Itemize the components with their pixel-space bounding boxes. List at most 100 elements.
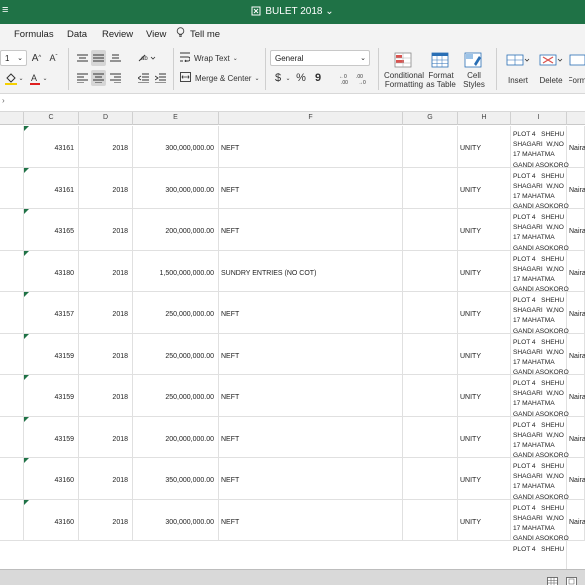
cell-f[interactable]: NEFT [219, 416, 403, 458]
cell-j[interactable]: Naira [567, 375, 585, 417]
merge-center-button[interactable]: Merge & Center ⌄ [180, 70, 260, 86]
increase-font-icon[interactable]: A ^ [30, 50, 43, 66]
cell-blank[interactable] [0, 209, 24, 251]
orientation-icon[interactable]: ab [136, 50, 158, 66]
cell-g[interactable] [403, 333, 458, 375]
cell-i[interactable]: PLOT 4 SHEHU SHAGARI W,NO 17 MAHATMA GAN… [511, 209, 569, 252]
cell-f[interactable]: NEFT [219, 458, 403, 500]
cell-e[interactable]: 250,000,000.00 [133, 375, 219, 417]
cell-blank[interactable] [0, 458, 24, 500]
cell-i[interactable]: PLOT 4 SHEHU SHAGARI W,NO 17 MAHATMA GAN… [511, 458, 569, 501]
tell-me-search[interactable]: Tell me [190, 29, 220, 40]
cell-j[interactable]: Naira [567, 126, 585, 168]
cell-e[interactable]: 200,000,000.00 [133, 416, 219, 458]
cell-c[interactable]: 43159 [24, 333, 79, 375]
cell-h[interactable]: UNITY [458, 126, 511, 168]
cell-d[interactable]: 2018 [79, 250, 133, 292]
cell-blank[interactable] [0, 416, 24, 458]
cell-g[interactable] [403, 167, 458, 209]
cell-g[interactable] [403, 375, 458, 417]
column-header-j[interactable] [567, 112, 585, 125]
cell-f[interactable]: NEFT [219, 209, 403, 251]
cell-e[interactable]: 1,500,000,000.00 [133, 250, 219, 292]
cell-h[interactable]: UNITY [458, 292, 511, 334]
cell-h[interactable]: UNITY [458, 375, 511, 417]
cell-c[interactable]: 43161 [24, 167, 79, 209]
cell-h[interactable]: UNITY [458, 333, 511, 375]
delete-button[interactable]: Delete [535, 48, 567, 92]
cell-i[interactable]: PLOT 4 SHEHU SHAGARI W,NO 17 MAHATMA GAN… [511, 375, 569, 418]
cell-c[interactable]: 43160 [24, 499, 79, 541]
cell-g[interactable] [403, 126, 458, 168]
cell-h[interactable]: UNITY [458, 209, 511, 251]
cell-g[interactable] [403, 250, 458, 292]
fill-color-dropdown-icon[interactable]: ⌄ [18, 74, 24, 82]
cell-i[interactable]: PLOT 4 SHEHU SHAGARI W,NO 17 MAHATMA GAN… [511, 126, 569, 169]
cell-e[interactable]: 250,000,000.00 [133, 292, 219, 334]
cell-j[interactable]: Naira [567, 333, 585, 375]
number-format-dropdown[interactable]: General ⌄ [270, 50, 370, 66]
cell-d[interactable]: 2018 [79, 126, 133, 168]
column-header-blank[interactable] [0, 112, 24, 125]
cell-g[interactable] [403, 416, 458, 458]
align-bottom-icon[interactable] [108, 50, 123, 66]
tab-view[interactable]: View [146, 29, 166, 40]
cell-c[interactable]: 43159 [24, 375, 79, 417]
tab-data[interactable]: Data [67, 29, 87, 40]
cell-i[interactable]: PLOT 4 SHEHU SHAGARI W,NO 17 MAHATMA GAN… [511, 416, 569, 459]
comma-style-button[interactable]: 9 [312, 70, 324, 86]
title-chevron-icon[interactable]: ⌄ [325, 6, 333, 17]
cell-e[interactable]: 250,000,000.00 [133, 333, 219, 375]
cell-f[interactable]: NEFT [219, 375, 403, 417]
cell-i[interactable]: PLOT 4 SHEHU SHAGARI W,NO 17 MAHATMA GAN… [511, 333, 569, 376]
cell-g[interactable] [403, 292, 458, 334]
font-color-dropdown-icon[interactable]: ⌄ [42, 74, 48, 82]
cell-j[interactable]: Naira [567, 167, 585, 209]
cell-g[interactable] [403, 458, 458, 500]
align-left-icon[interactable] [75, 70, 90, 86]
cell-blank[interactable] [0, 126, 24, 168]
cell-j[interactable]: Naira [567, 458, 585, 500]
cell-d[interactable]: 2018 [79, 416, 133, 458]
cell-f[interactable]: SUNDRY ENTRIES (NO COT) [219, 250, 403, 292]
cell-c[interactable]: 43157 [24, 292, 79, 334]
column-header-h[interactable]: H [458, 112, 511, 125]
conditional-formatting-button[interactable]: Conditional Formatting [383, 48, 425, 92]
cell-d[interactable]: 2018 [79, 167, 133, 209]
currency-button[interactable]: $ [272, 70, 284, 86]
column-header-d[interactable]: D [79, 112, 133, 125]
cell-blank[interactable] [0, 167, 24, 209]
cell-e[interactable]: 300,000,000.00 [133, 126, 219, 168]
cell-i[interactable]: PLOT 4 SHEHU SHAGARI W,NO 17 MAHATMA GAN… [511, 292, 569, 335]
cell-j[interactable]: Naira [567, 250, 585, 292]
cell-i[interactable]: PLOT 4 SHEHU SHAGARI W,NO 17 MAHATMA GAN… [511, 167, 569, 210]
format-as-table-button[interactable]: Format as Table [426, 48, 456, 92]
increase-decimal-icon[interactable]: ←0.00 [338, 70, 352, 86]
cell-h[interactable]: UNITY [458, 499, 511, 541]
font-size-dropdown[interactable]: 1 ⌄ [0, 50, 27, 66]
cell-e[interactable]: 200,000,000.00 [133, 209, 219, 251]
cell-j[interactable]: Naira [567, 292, 585, 334]
align-middle-icon[interactable] [91, 50, 106, 66]
font-color-icon[interactable]: A [29, 70, 41, 86]
cell-h[interactable]: UNITY [458, 167, 511, 209]
cell-c[interactable]: 43161 [24, 126, 79, 168]
cell-f[interactable]: NEFT [219, 292, 403, 334]
percent-button[interactable]: % [294, 70, 308, 86]
column-header-c[interactable]: C [24, 112, 79, 125]
cell-h[interactable]: UNITY [458, 458, 511, 500]
cell-d[interactable]: 2018 [79, 458, 133, 500]
cell-f[interactable]: NEFT [219, 499, 403, 541]
page-layout-icon[interactable] [566, 573, 577, 585]
cell-c[interactable]: 43165 [24, 209, 79, 251]
cell-i[interactable]: PLOT 4 SHEHU SHAGARI W,NO 17 MAHATMA GAN… [511, 499, 569, 542]
fill-color-icon[interactable] [4, 70, 18, 86]
cell-d[interactable]: 2018 [79, 292, 133, 334]
column-header-g[interactable]: G [403, 112, 458, 125]
cell-e[interactable]: 300,000,000.00 [133, 499, 219, 541]
cell-i[interactable]: PLOT 4 SHEHU [511, 541, 567, 569]
tab-formulas[interactable]: Formulas [14, 29, 54, 40]
column-header-f[interactable]: F [219, 112, 403, 125]
cell-d[interactable]: 2018 [79, 333, 133, 375]
align-top-icon[interactable] [75, 50, 90, 66]
